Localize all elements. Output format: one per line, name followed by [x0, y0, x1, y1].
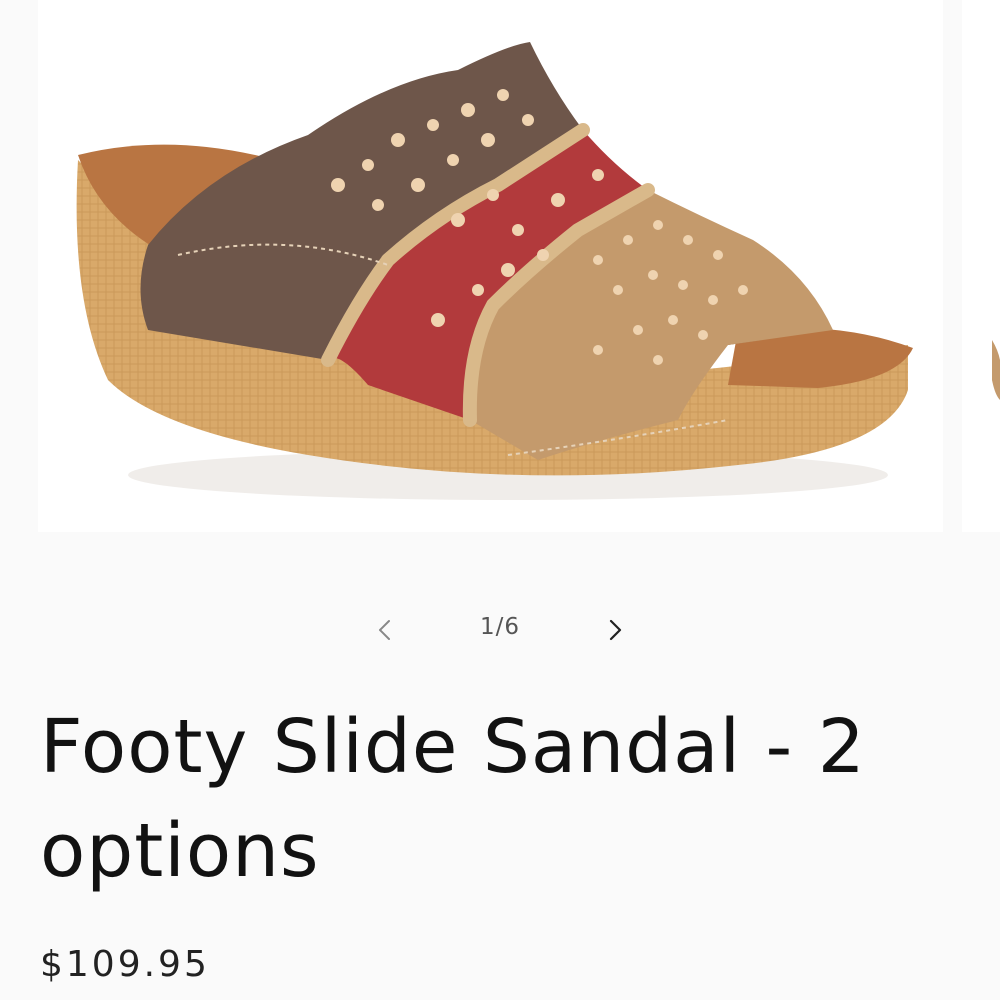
sandal-illustration: [76, 42, 913, 500]
chevron-right-icon: [609, 619, 622, 641]
previous-image-button[interactable]: [365, 610, 405, 650]
next-image-edge: [992, 340, 1000, 400]
product-price: $109.95: [40, 944, 210, 985]
product-title: Footy Slide Sandal - 2 options: [40, 704, 866, 894]
next-image-button[interactable]: [595, 610, 635, 650]
product-image-next-peek[interactable]: [962, 0, 1000, 532]
carousel-controls: 1/6: [0, 600, 1000, 660]
product-image-carousel[interactable]: [0, 0, 1000, 535]
product-page: 1/6 Footy Slide Sandal - 2 options $109.…: [0, 0, 1000, 1000]
image-counter: 1/6: [479, 614, 520, 640]
product-image-main[interactable]: [38, 0, 943, 532]
chevron-left-icon: [379, 620, 390, 640]
